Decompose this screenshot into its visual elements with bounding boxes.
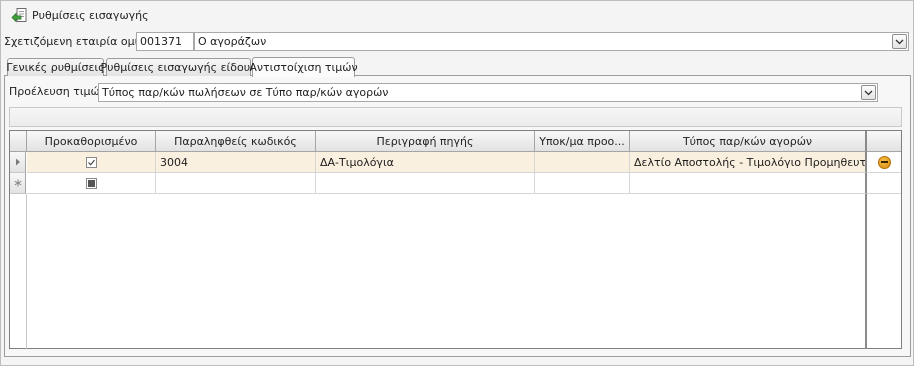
company-label: Σχετιζόμενη εταιρία ομίλου [4, 35, 158, 48]
page-header: Ρυθμίσεις εισαγωγής [1, 1, 913, 29]
column-header-label: Υποκ/μα προο... [539, 134, 625, 148]
new-row-cell-sub-branch[interactable] [535, 173, 630, 194]
cell-sub-branch[interactable] [535, 152, 630, 173]
new-row-star-icon [14, 179, 21, 187]
indicator-column-line [26, 194, 27, 349]
cell-default[interactable] [27, 152, 156, 173]
indeterminate-mark-icon [87, 179, 95, 187]
cell-text: 3004 [160, 155, 188, 169]
source-select[interactable]: Τύπος παρ/κών πωλήσεων σε Τύπο παρ/κών α… [98, 83, 878, 102]
column-header-label: Περιγραφή πηγής [376, 134, 474, 148]
remove-row-icon[interactable] [877, 155, 891, 169]
source-dropdown-button[interactable] [861, 85, 876, 100]
row-pointer-icon [15, 158, 20, 166]
tab-label: Ρυθμίσεις εισαγωγής είδους [100, 61, 257, 74]
cell-text: ΔΑ-Τιμολόγια [320, 155, 394, 169]
source-value: Τύπος παρ/κών πωλήσεων σε Τύπο παρ/κών α… [102, 86, 389, 99]
tab-item-import-settings[interactable]: Ρυθμίσεις εισαγωγής είδους [100, 58, 257, 76]
tab-general-settings[interactable]: Γενικές ρυθμίσεις [6, 58, 105, 76]
window-frame: Ρυθμίσεις εισαγωγής Σχετιζόμενη εταιρία … [0, 0, 914, 366]
column-header-purchase-doc-type[interactable]: Τύπος παρ/κών αγορών [630, 131, 867, 152]
tab-label: Γενικές ρυθμίσεις [6, 61, 105, 74]
default-checkbox[interactable] [85, 156, 97, 168]
company-name-value: Ο αγοράζων [198, 35, 267, 48]
chevron-down-icon [864, 90, 873, 95]
cell-purchase-doc-type[interactable]: Δελτίο Αποστολής - Τιμολόγιο Προμηθευτή [630, 152, 867, 173]
column-header-actions [867, 131, 901, 152]
new-row-cell-received-code[interactable] [156, 173, 316, 194]
row-indicator-new[interactable] [10, 173, 26, 194]
column-header-sub-branch[interactable]: Υποκ/μα προο... [535, 131, 630, 152]
company-dropdown-button[interactable] [892, 34, 907, 49]
row-indicator-current[interactable] [10, 152, 26, 173]
cell-received-code[interactable]: 3004 [156, 152, 316, 173]
column-header-label: Παραληφθείς κωδικός [174, 134, 297, 148]
grid-toolbar [9, 107, 902, 127]
chevron-down-icon [895, 39, 904, 44]
cell-source-description[interactable]: ΔΑ-Τιμολόγια [316, 152, 535, 173]
tab-label: Αντιστοίχιση τιμών [249, 61, 358, 74]
checkmark-icon [87, 159, 95, 166]
import-arrow-icon [11, 7, 27, 22]
page-title: Ρυθμίσεις εισαγωγής [32, 8, 149, 22]
column-header-default[interactable]: Προκαθορισμένο [27, 131, 156, 152]
column-divider-line [865, 194, 867, 349]
column-header-source-description[interactable]: Περιγραφή πηγής [316, 131, 535, 152]
column-header-received-code[interactable]: Παραληφθείς κωδικός [156, 131, 316, 152]
new-row-cell-actions [867, 173, 901, 194]
cell-actions [867, 152, 901, 173]
cell-text: Δελτίο Αποστολής - Τιμολόγιο Προμηθευτή [634, 155, 867, 169]
column-header-label: Τύπος παρ/κών αγορών [682, 134, 813, 148]
tab-value-mapping[interactable]: Αντιστοίχιση τιμών [249, 57, 358, 77]
new-row-cell-source-description[interactable] [316, 173, 535, 194]
column-header-label: Προκαθορισμένο [44, 134, 138, 148]
company-select[interactable]: Ο αγοράζων [194, 32, 909, 51]
new-row-cell-default[interactable] [27, 173, 156, 194]
source-label: Προέλευση τιμών [9, 85, 106, 98]
new-row-checkbox[interactable] [85, 177, 97, 189]
new-row-cell-purchase-doc-type[interactable] [630, 173, 867, 194]
company-code-field[interactable]: 001371 [136, 32, 194, 51]
row-indicator-header [10, 131, 27, 152]
mapping-grid: Προκαθορισμένο Παραληφθείς κωδικός Περιγ… [9, 130, 902, 349]
company-code-value: 001371 [140, 35, 182, 48]
